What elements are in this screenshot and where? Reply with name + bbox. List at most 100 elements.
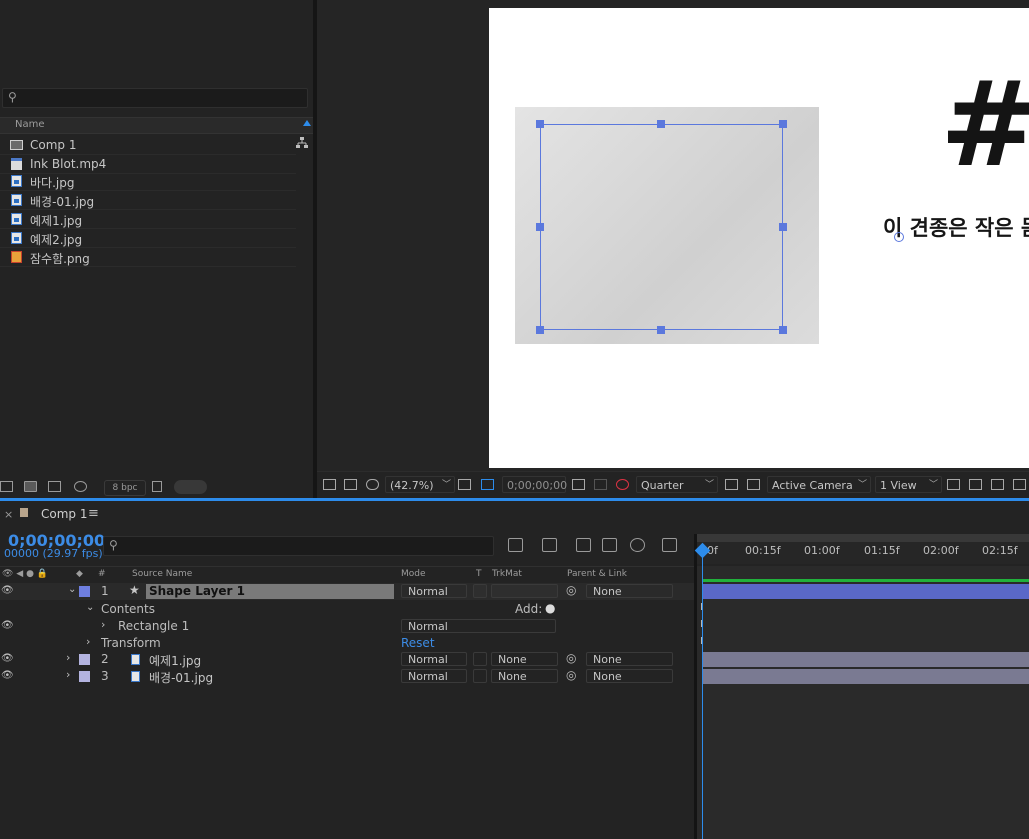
add-menu-icon[interactable]: ● — [545, 601, 555, 615]
current-time-indicator[interactable] — [702, 548, 703, 839]
project-column-header[interactable]: Name — [0, 117, 313, 134]
trkmat-select[interactable]: None — [491, 669, 558, 683]
contents-row[interactable]: ⌄ Contents Add: ● — [0, 601, 694, 618]
project-item-image[interactable]: 예제2.jpg — [0, 229, 296, 248]
new-folder-icon[interactable] — [24, 481, 37, 492]
tab-comp-1[interactable]: Comp 1 — [41, 507, 87, 521]
column-mode[interactable]: Mode — [401, 569, 426, 579]
chevron-right-icon[interactable]: › — [66, 668, 70, 681]
project-item-image[interactable]: 배경-01.jpg — [0, 191, 296, 210]
transform-handle[interactable] — [536, 326, 544, 334]
pickwhip-icon[interactable]: ◎ — [566, 651, 576, 665]
fast-preview-icon[interactable] — [969, 479, 982, 490]
preserve-transparency-toggle[interactable] — [473, 669, 487, 683]
project-item-image[interactable]: 잠수함.png — [0, 248, 296, 267]
parent-select[interactable]: None — [586, 652, 673, 666]
mode-select[interactable]: Normal — [401, 669, 467, 683]
layer-name[interactable]: Shape Layer 1 — [149, 584, 245, 598]
chevron-right-icon[interactable]: › — [86, 635, 90, 648]
flowchart-icon[interactable] — [1013, 479, 1026, 490]
viewer-timecode[interactable]: 0;00;00;00 — [502, 476, 567, 493]
mode-select[interactable]: Normal — [401, 652, 467, 666]
transform-handle[interactable] — [536, 120, 544, 128]
transform-handle[interactable] — [779, 120, 787, 128]
chevron-right-icon[interactable]: › — [101, 618, 105, 631]
mask-path-icon[interactable] — [481, 479, 494, 490]
trkmat-select[interactable]: None — [491, 652, 558, 666]
trkmat-select[interactable] — [491, 584, 558, 598]
project-item-image[interactable]: 바다.jpg — [0, 172, 296, 191]
thumbnail-toggle[interactable] — [174, 480, 207, 494]
anchor-point-icon[interactable] — [894, 232, 904, 242]
zoom-select[interactable]: (42.7%) ﹀ — [385, 476, 455, 493]
timeline-link-icon[interactable] — [991, 479, 1004, 490]
timeline-track-area[interactable] — [697, 566, 1029, 839]
label-color[interactable] — [79, 671, 90, 682]
eye-icon[interactable]: 👁 — [1, 653, 14, 664]
transform-handle[interactable] — [779, 326, 787, 334]
eye-icon[interactable]: 👁 — [1, 670, 14, 681]
panel-menu-icon[interactable]: ≡ — [88, 506, 99, 521]
graph-editor-icon[interactable] — [662, 538, 677, 552]
reset-link[interactable]: Reset — [401, 636, 435, 650]
region-of-interest-icon[interactable] — [725, 479, 738, 490]
snapshot-camera-icon[interactable] — [572, 479, 585, 490]
view-layout-select[interactable]: 1 View ﹀ — [875, 476, 942, 493]
label-color[interactable] — [79, 586, 90, 597]
show-snapshot-icon[interactable] — [594, 479, 607, 490]
timeline-search-input[interactable]: ⚲ — [103, 536, 494, 556]
column-source-name[interactable]: Source Name — [132, 569, 192, 579]
title-safe-icon[interactable] — [458, 479, 471, 490]
mode-select[interactable]: Normal — [401, 584, 467, 598]
preserve-transparency-toggle[interactable] — [473, 584, 487, 598]
color-channels-icon[interactable] — [616, 479, 629, 490]
label-color[interactable] — [79, 654, 90, 665]
resolution-select[interactable]: Quarter ﹀ — [636, 476, 718, 493]
new-composition-icon[interactable] — [48, 481, 61, 492]
eye-icon[interactable]: 👁 — [1, 585, 14, 596]
rectangle-row[interactable]: 👁 › Rectangle 1 Normal — [0, 618, 694, 635]
project-item-comp[interactable]: Comp 1 — [0, 136, 296, 155]
layer-name[interactable]: 예제1.jpg — [149, 652, 201, 669]
blend-mode-select[interactable]: Normal — [401, 619, 556, 633]
layer-name[interactable]: 배경-01.jpg — [149, 669, 213, 686]
layer-duration-bar[interactable] — [703, 584, 1029, 599]
frame-blending-icon[interactable] — [602, 538, 617, 552]
project-search-input[interactable]: ⚲ — [2, 88, 308, 108]
mask-visibility-icon[interactable] — [366, 479, 379, 490]
camera-select[interactable]: Active Camera ﹀ — [767, 476, 871, 493]
layer-row[interactable]: 👁 › 2 예제1.jpg Normal None ◎ None — [0, 651, 694, 668]
chevron-down-icon[interactable]: ⌄ — [86, 602, 94, 613]
layer-duration-bar[interactable] — [703, 652, 1029, 667]
chevron-down-icon[interactable]: ⌄ — [68, 584, 76, 595]
interpret-footage-icon[interactable] — [0, 481, 13, 492]
work-area-bar[interactable] — [697, 534, 1029, 542]
timeline-divider[interactable] — [694, 534, 697, 839]
layer-duration-bar[interactable] — [703, 669, 1029, 684]
column-number[interactable]: # — [98, 569, 106, 579]
pickwhip-icon[interactable]: ◎ — [566, 583, 576, 597]
always-preview-icon[interactable] — [323, 479, 336, 490]
close-tab-icon[interactable]: × — [4, 508, 13, 521]
column-t[interactable]: T — [476, 569, 482, 579]
transform-handle[interactable] — [657, 326, 665, 334]
column-parent[interactable]: Parent & Link — [567, 569, 627, 579]
sort-ascending-icon[interactable] — [303, 120, 311, 126]
motion-blur-icon[interactable] — [630, 538, 645, 552]
av-switches-icon[interactable]: 👁 ◀ ● 🔒 — [2, 569, 48, 579]
chevron-right-icon[interactable]: › — [66, 651, 70, 664]
comp-mini-flowchart-icon[interactable] — [508, 538, 523, 552]
preserve-transparency-toggle[interactable] — [473, 652, 487, 666]
toggle-pixel-aspect-icon[interactable] — [947, 479, 960, 490]
eye-icon[interactable]: 👁 — [1, 620, 14, 631]
transform-handle[interactable] — [657, 120, 665, 128]
transform-handle[interactable] — [779, 223, 787, 231]
trash-icon[interactable] — [152, 481, 162, 492]
parent-select[interactable]: None — [586, 669, 673, 683]
transform-row[interactable]: › Transform Reset — [0, 635, 694, 652]
project-settings-icon[interactable] — [74, 481, 87, 492]
rectangle-shape-selection[interactable] — [540, 124, 783, 330]
pickwhip-icon[interactable]: ◎ — [566, 668, 576, 682]
shy-layers-icon[interactable] — [576, 538, 591, 552]
transparency-grid-icon[interactable] — [747, 479, 760, 490]
